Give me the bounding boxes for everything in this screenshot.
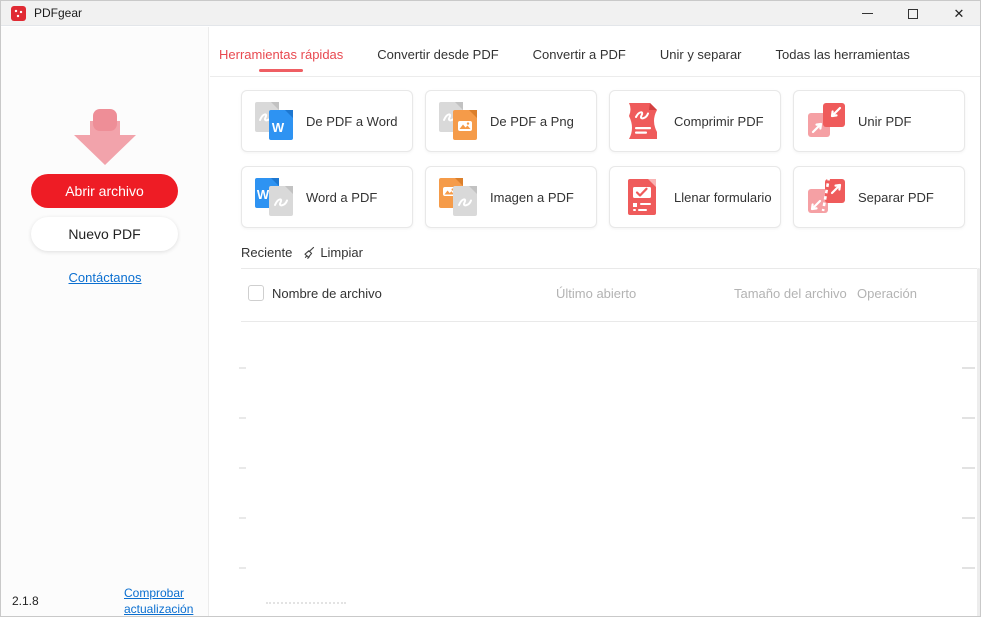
tab-label: Convertir desde PDF <box>377 47 498 62</box>
skeleton-row <box>210 567 981 569</box>
open-file-button[interactable]: Abrir archivo <box>31 174 178 208</box>
skeleton-row <box>210 367 981 369</box>
tab-label: Unir y separar <box>660 47 742 62</box>
recent-title: Reciente <box>241 245 292 260</box>
recent-divider <box>241 268 977 269</box>
card-label: Imagen a PDF <box>490 190 574 205</box>
maximize-icon <box>908 9 918 19</box>
vertical-scrollbar[interactable] <box>977 268 980 617</box>
recent-section-header: Reciente Limpiar <box>241 245 363 260</box>
fill-form-icon <box>620 175 664 219</box>
svg-text:W: W <box>272 120 285 135</box>
column-header-file-size: Tamaño del archivo <box>734 286 847 301</box>
card-word-to-pdf[interactable]: W Word a PDF <box>241 166 413 228</box>
card-fill-form[interactable]: Llenar formulario <box>609 166 781 228</box>
skeleton-row <box>210 467 981 469</box>
minimize-icon <box>862 13 873 14</box>
svg-text:W: W <box>257 187 270 202</box>
card-image-to-pdf[interactable]: Imagen a PDF <box>425 166 597 228</box>
card-label: Unir PDF <box>858 114 911 129</box>
minimize-button[interactable] <box>844 1 890 26</box>
word-to-pdf-icon: W <box>252 175 296 219</box>
tool-cards-grid: W De PDF a Word De PDF a Png <box>241 90 965 228</box>
tab-label: Todas las herramientas <box>776 47 910 62</box>
split-pdf-icon <box>804 175 848 219</box>
card-label: De PDF a Png <box>490 114 574 129</box>
open-file-label: Abrir archivo <box>65 183 144 199</box>
pdfgear-window: PDFgear ✕ Abrir archivo Nuevo PDF Contác… <box>0 0 981 617</box>
pdf-to-word-icon: W <box>252 99 296 143</box>
column-header-operation: Operación <box>857 286 917 301</box>
tab-all-tools[interactable]: Todas las herramientas <box>776 47 910 72</box>
title-bar: PDFgear ✕ <box>1 1 981 26</box>
window-title: PDFgear <box>34 6 82 20</box>
card-label: Word a PDF <box>306 190 377 205</box>
card-pdf-to-word[interactable]: W De PDF a Word <box>241 90 413 152</box>
open-file-arrow-icon <box>68 107 142 169</box>
tab-label: Herramientas rápidas <box>219 47 343 62</box>
column-header-filename: Nombre de archivo <box>272 286 382 301</box>
merge-pdf-icon <box>804 99 848 143</box>
tab-quick-tools[interactable]: Herramientas rápidas <box>219 47 343 72</box>
skeleton-row <box>210 517 981 519</box>
close-icon: ✕ <box>954 7 965 20</box>
compress-pdf-icon <box>620 99 664 143</box>
table-header-divider <box>241 321 977 322</box>
tab-bar: Herramientas rápidas Convertir desde PDF… <box>219 47 910 72</box>
card-compress-pdf[interactable]: Comprimir PDF <box>609 90 781 152</box>
pdf-to-png-icon <box>436 99 480 143</box>
close-button[interactable]: ✕ <box>936 1 981 26</box>
card-label: Llenar formulario <box>674 190 772 205</box>
clear-recent-button[interactable]: Limpiar <box>302 245 363 260</box>
card-label: De PDF a Word <box>306 114 398 129</box>
column-header-last-opened: Último abierto <box>556 286 636 301</box>
tab-convert-from-pdf[interactable]: Convertir desde PDF <box>377 47 498 72</box>
main-area: Herramientas rápidas Convertir desde PDF… <box>210 27 981 617</box>
card-label: Separar PDF <box>858 190 934 205</box>
skeleton-row <box>210 417 981 419</box>
broom-icon <box>302 246 316 260</box>
card-split-pdf[interactable]: Separar PDF <box>793 166 965 228</box>
new-pdf-label: Nuevo PDF <box>68 226 140 242</box>
image-to-pdf-icon <box>436 175 480 219</box>
contact-link[interactable]: Contáctanos <box>69 270 142 285</box>
maximize-button[interactable] <box>890 1 936 26</box>
ghost-placeholder <box>266 602 346 604</box>
card-pdf-to-png[interactable]: De PDF a Png <box>425 90 597 152</box>
tab-label: Convertir a PDF <box>533 47 626 62</box>
select-all-checkbox[interactable] <box>248 285 264 301</box>
card-merge-pdf[interactable]: Unir PDF <box>793 90 965 152</box>
contact-link-wrap: Contáctanos <box>1 270 209 285</box>
check-update-wrap: Comprobar actualización <box>124 585 196 617</box>
tab-merge-split[interactable]: Unir y separar <box>660 47 742 72</box>
card-label: Comprimir PDF <box>674 114 764 129</box>
check-update-link[interactable]: Comprobar actualización <box>124 586 193 616</box>
tabs-divider <box>210 76 981 77</box>
pdfgear-logo-icon <box>11 6 26 21</box>
tab-convert-to-pdf[interactable]: Convertir a PDF <box>533 47 626 72</box>
clear-recent-label: Limpiar <box>320 245 363 260</box>
sidebar: Abrir archivo Nuevo PDF Contáctanos 2.1.… <box>1 27 209 617</box>
version-label: 2.1.8 <box>12 594 39 608</box>
recent-table-header: Nombre de archivo Último abierto Tamaño … <box>241 284 977 304</box>
active-tab-underline <box>259 69 303 72</box>
new-pdf-button[interactable]: Nuevo PDF <box>31 217 178 251</box>
window-controls: ✕ <box>844 1 981 26</box>
